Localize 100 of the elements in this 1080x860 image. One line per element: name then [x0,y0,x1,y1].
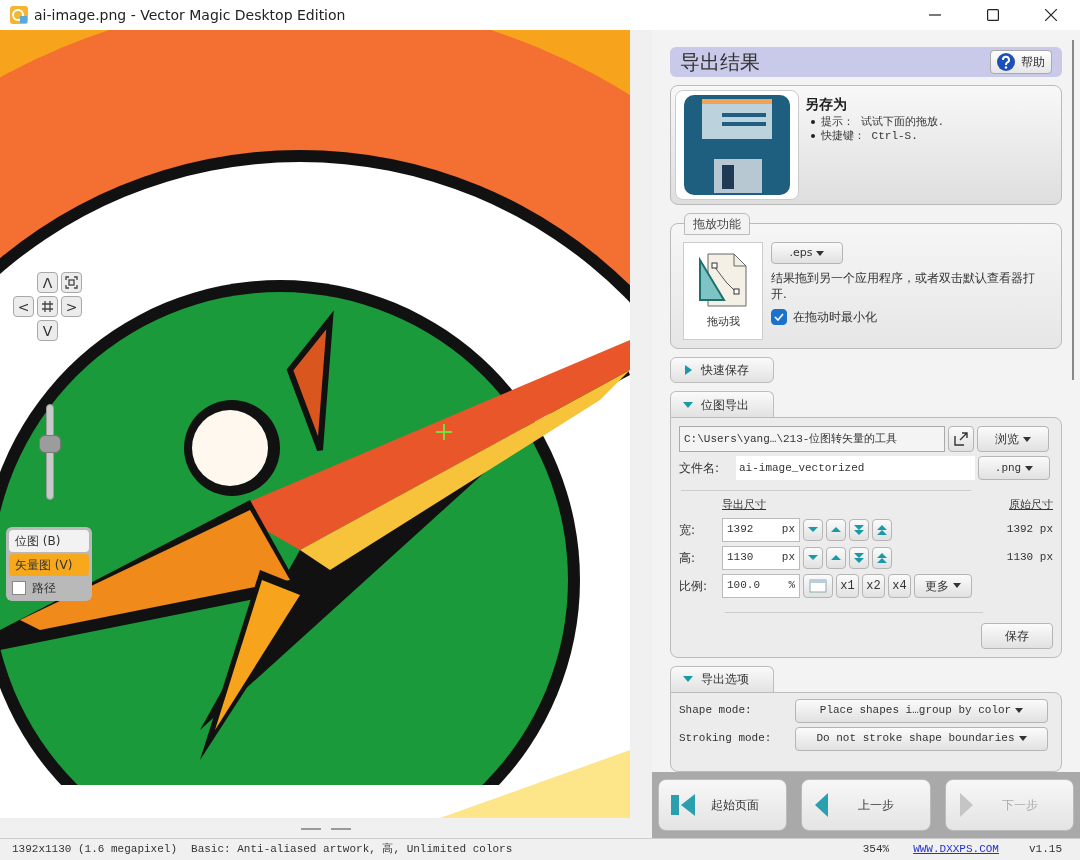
fit-button[interactable] [61,272,82,293]
option-dropdown[interactable]: Do not stroke shape boundaries [795,726,1048,751]
field-label: 宽: [679,521,697,539]
column-heading: 原始尺寸 [1009,497,1053,513]
step-button[interactable] [803,546,823,569]
original-size-text: 1392 px [1006,522,1053,538]
skip-back-icon [671,792,697,818]
caret-icon [1025,465,1034,471]
drag-label: 拖动我 [706,313,740,330]
check-icon [774,313,784,321]
format-dropdown[interactable]: .eps [771,242,843,264]
field-label: 高: [679,549,697,567]
window-title: ai-image.png - Vector Magic Desktop Edition [34,5,346,25]
arrow-icon [831,555,841,560]
pan-button[interactable]: V [37,320,58,341]
save-as-button[interactable] [675,90,799,200]
size-field[interactable]: 1130 px [722,545,800,570]
triangle-icon [683,674,693,684]
caret-icon [1018,736,1027,741]
panel-title: 导出结果 [680,49,760,76]
version-text: v1.15 [1029,842,1062,858]
zoom-slider[interactable] [38,404,62,500]
step-button[interactable] [872,518,892,541]
multiplier-button[interactable]: x2 [862,573,885,598]
checkbox-label: 在拖动时最小化 [793,309,877,326]
forward-arrow-icon [957,792,974,818]
back-arrow-icon [814,792,831,818]
step-button[interactable] [803,518,823,541]
external-link-icon [953,431,969,447]
option-label: Shape mode: [679,703,753,719]
group-legend: 拖放功能 [684,213,750,235]
field-label: 比例: [679,577,709,595]
checkbox-label: 路径 [32,580,56,597]
help-icon [997,53,1015,71]
save-as-title: 另存为 [805,95,848,114]
bullet-icon [811,134,815,138]
step-nav-button[interactable]: 起始页面 [658,779,788,831]
zoom-level: 354% [862,842,890,858]
double-arrow-icon [877,524,887,535]
view-mode-button[interactable]: 矢量图 (V) [9,554,89,576]
path-field[interactable]: C:\Users\yang…\213-位图转矢量的工具 [679,426,945,452]
section-toggle[interactable]: 位图导出 [670,391,774,417]
double-arrow-icon [854,524,864,535]
bullet-icon [811,120,815,124]
checkbox[interactable] [12,581,26,595]
drag-source[interactable]: 拖动我 [683,242,763,340]
pan-button[interactable]: > [61,296,82,317]
more-dropdown[interactable]: 更多 [914,573,972,598]
step-button[interactable] [872,546,892,569]
open-folder-button[interactable] [948,426,974,452]
double-arrow-icon [877,552,887,563]
triangle-icon [683,399,693,410]
column-heading: 导出尺寸 [722,497,766,513]
app-icon [10,6,28,24]
step-button[interactable] [849,546,869,569]
slider-thumb[interactable] [39,435,61,454]
multiplier-button[interactable]: x1 [836,573,859,598]
website-link[interactable]: WWW.DXXPS.COM [913,841,999,858]
arrow-icon [831,527,841,532]
status-text: Basic: Anti-aliased artwork, 高, Unlimited colors [191,842,513,858]
format-dropdown[interactable]: .png [978,456,1050,480]
double-arrow-icon [854,552,864,563]
center-button[interactable] [37,296,58,317]
maximize-icon [987,9,999,21]
save-button[interactable]: 保存 [981,622,1053,649]
multiplier-button[interactable]: x4 [888,573,911,598]
arrow-icon [808,527,818,532]
original-size-text: 1130 px [1006,550,1053,566]
filename-field[interactable]: ai-image_vectorized [736,456,975,480]
tip-text: 快捷键： Ctrl-S. [821,129,918,143]
arrow-icon [808,555,818,560]
vector-document-icon [698,251,748,308]
caret-icon [1015,708,1024,713]
window-icon [809,578,827,593]
section-toggle[interactable]: 导出选项 [670,665,774,692]
fit-button[interactable] [803,573,833,598]
triangle-icon [683,365,693,375]
fit-screen-icon [65,276,78,289]
caret-icon [953,583,961,588]
step-nav-button[interactable]: 上一步 [801,779,931,831]
checkbox[interactable] [771,309,787,325]
option-dropdown[interactable]: Place shapes i…group by color [795,698,1048,723]
drag-description: 结果拖到另一个应用程序，或者双击默认查看器打开. [771,270,1036,302]
status-text: 1392x1130 (1.6 megapixel) [12,842,178,858]
move-icon [41,300,54,313]
help-button[interactable]: 帮助 [990,50,1052,74]
view-mode-button[interactable]: 位图 (B) [9,530,89,552]
field-label: 文件名: [679,460,721,477]
pan-button[interactable]: < [13,296,34,317]
option-label: Stroking mode: [679,731,773,747]
step-button[interactable] [826,546,846,569]
section-toggle[interactable]: 快速保存 [670,357,774,383]
step-button[interactable] [849,518,869,541]
scale-field[interactable]: 100.0 % [722,573,800,598]
browse-button[interactable]: 浏览 [977,426,1049,452]
close-icon [1045,9,1057,21]
size-field[interactable]: 1392 px [722,517,800,542]
pan-button[interactable]: Λ [37,272,58,293]
caret-icon [1023,436,1031,442]
step-button[interactable] [826,518,846,541]
